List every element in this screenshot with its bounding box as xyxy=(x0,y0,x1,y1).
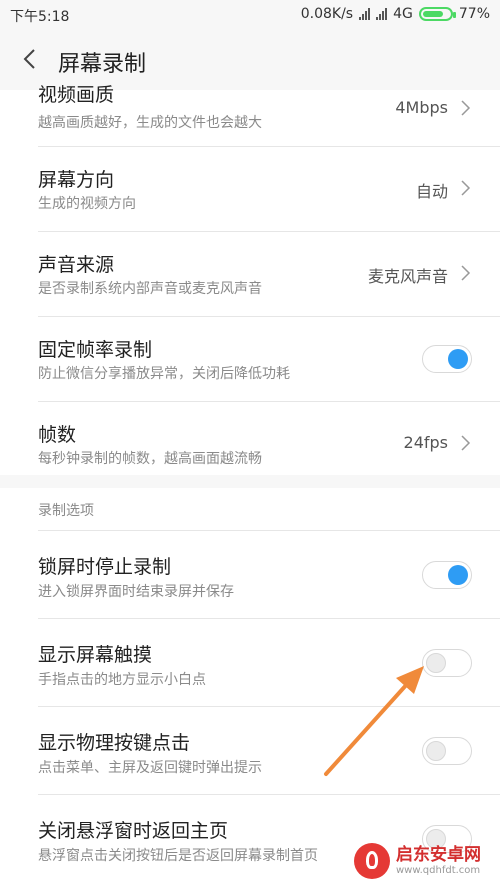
fixed-framerate-toggle[interactable] xyxy=(422,345,472,373)
chevron-right-icon xyxy=(461,100,471,116)
setting-label: 屏幕方向 xyxy=(38,169,115,191)
back-arrow-icon[interactable] xyxy=(18,47,42,71)
setting-desc: 防止微信分享播放异常，关闭后降低功耗 xyxy=(38,366,290,382)
setting-label: 视频画质 xyxy=(38,84,115,106)
option-desc: 悬浮窗点击关闭按钮后是否返回屏幕录制首页 xyxy=(38,848,318,864)
setting-frame-rate[interactable]: 帧数 每秒钟录制的帧数，越高画面越流畅 24fps xyxy=(0,402,500,475)
option-desc: 进入锁屏界面时结束录屏并保存 xyxy=(38,584,234,600)
settings-card-record-options: 锁屏时停止录制 进入锁屏界面时结束录屏并保存 显示屏幕触摸 手指点击的地方显示小… xyxy=(0,488,500,889)
battery-fill xyxy=(422,11,443,17)
chevron-right-icon xyxy=(461,180,471,196)
option-show-key-presses: 显示物理按键点击 点击菜单、主屏及返回键时弹出提示 xyxy=(0,707,500,794)
show-touches-toggle[interactable] xyxy=(422,649,472,677)
watermark-text: 启东安卓网 www.qdhfdt.com xyxy=(396,846,481,876)
show-key-presses-toggle[interactable] xyxy=(422,737,472,765)
option-label: 锁屏时停止录制 xyxy=(38,556,172,578)
setting-value: 自动 xyxy=(415,182,448,201)
toggle-knob xyxy=(448,565,468,585)
section-header-record-options: 录制选项 xyxy=(38,503,94,519)
signal-icon xyxy=(359,8,371,20)
option-desc: 点击菜单、主屏及返回键时弹出提示 xyxy=(38,760,262,776)
setting-desc: 越高画质越好，生成的文件也会越大 xyxy=(38,115,262,131)
watermark-main: 启东安卓网 xyxy=(396,845,481,866)
setting-value: 24fps xyxy=(403,433,448,452)
setting-desc: 生成的视频方向 xyxy=(38,196,136,212)
battery-icon xyxy=(418,7,456,21)
setting-label: 声音来源 xyxy=(38,254,115,276)
watermark-logo-icon xyxy=(354,843,390,879)
option-desc: 手指点击的地方显示小白点 xyxy=(38,672,206,688)
setting-label: 固定帧率录制 xyxy=(38,339,153,361)
signal-icon-2 xyxy=(376,8,388,20)
watermark-sub: www.qdhfdt.com xyxy=(396,864,481,876)
page-title: 屏幕录制 xyxy=(58,52,147,77)
battery-percent: 77% xyxy=(458,6,490,22)
setting-desc: 是否录制系统内部声音或麦克风声音 xyxy=(38,281,262,297)
settings-card-video: 视频画质 越高画质越好，生成的文件也会越大 4Mbps 屏幕方向 生成的视频方向… xyxy=(0,84,500,475)
setting-value: 麦克风声音 xyxy=(367,267,448,286)
setting-value: 4Mbps xyxy=(395,98,448,117)
setting-fixed-framerate: 固定帧率录制 防止微信分享播放异常，关闭后降低功耗 xyxy=(0,317,500,401)
toggle-knob xyxy=(426,653,446,673)
option-label: 关闭悬浮窗时返回主页 xyxy=(38,820,229,842)
status-time: 下午5:18 xyxy=(10,9,70,25)
status-bar: 下午5:18 0.08K/s 4G 77% xyxy=(0,0,500,30)
option-stop-on-lock: 锁屏时停止录制 进入锁屏界面时结束录屏并保存 xyxy=(0,531,500,618)
network-type: 4G xyxy=(393,6,413,22)
setting-audio-source[interactable]: 声音来源 是否录制系统内部声音或麦克风声音 麦克风声音 xyxy=(0,232,500,316)
stop-on-lock-toggle[interactable] xyxy=(422,561,472,589)
setting-screen-orientation[interactable]: 屏幕方向 生成的视频方向 自动 xyxy=(0,147,500,231)
setting-label: 帧数 xyxy=(38,424,77,446)
network-speed: 0.08K/s xyxy=(300,6,354,22)
chevron-right-icon xyxy=(461,265,471,281)
chevron-right-icon xyxy=(461,435,471,451)
setting-desc: 每秒钟录制的帧数，越高画面越流畅 xyxy=(38,451,262,467)
option-label: 显示屏幕触摸 xyxy=(38,644,153,666)
watermark: 启东安卓网 www.qdhfdt.com xyxy=(354,837,494,885)
toggle-knob xyxy=(448,349,468,369)
option-label: 显示物理按键点击 xyxy=(38,732,191,754)
option-show-touches: 显示屏幕触摸 手指点击的地方显示小白点 xyxy=(0,619,500,706)
setting-video-quality[interactable]: 视频画质 越高画质越好，生成的文件也会越大 4Mbps xyxy=(0,84,500,146)
status-indicators: 0.08K/s 4G 77% xyxy=(301,6,490,22)
toggle-knob xyxy=(426,741,446,761)
